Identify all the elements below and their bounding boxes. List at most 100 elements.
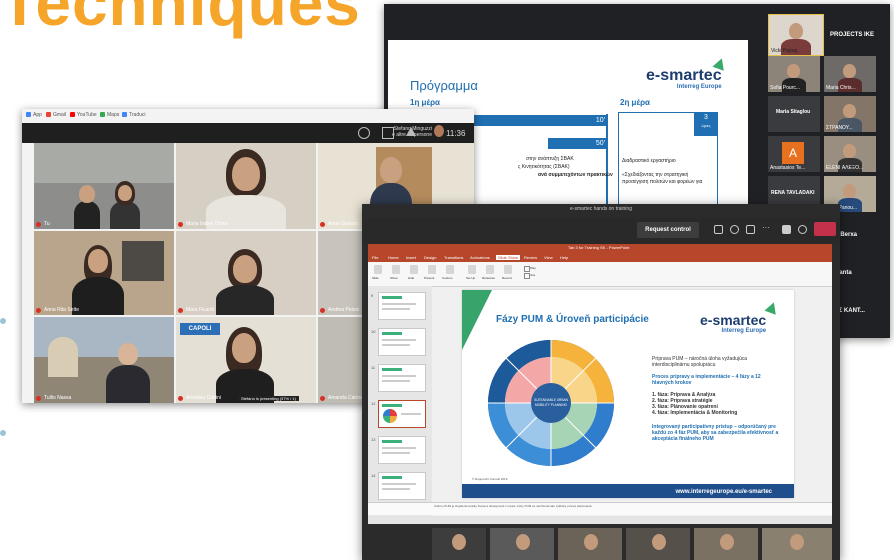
participant-name: Tullio Nassa xyxy=(44,395,72,401)
bookmark-youtube[interactable]: YouTube xyxy=(70,112,97,118)
logo-text: e-smartec xyxy=(700,312,767,328)
participant-name: Anna Rita Sette xyxy=(44,307,80,313)
tab-review[interactable]: Review xyxy=(524,255,537,260)
participant-name: Maria Chris... xyxy=(826,85,856,91)
participant-tile[interactable]: Maria Chris... xyxy=(824,56,876,92)
tab-help[interactable]: Help xyxy=(560,255,568,260)
request-control-button[interactable]: Request control xyxy=(637,222,699,238)
participant-tile[interactable]: Maria Isabel Ortea xyxy=(176,143,316,229)
tab-slide-show[interactable]: Slide Show xyxy=(496,255,521,260)
reactions-icon[interactable] xyxy=(746,225,755,234)
ribbon-label: Slide xyxy=(372,276,379,280)
tab-home[interactable]: Home xyxy=(388,255,399,260)
slide-url: www.interregeurope.eu/e-smartec xyxy=(675,489,772,495)
participant-tile[interactable]: ELENI ΑΛΕΞΟ... xyxy=(824,136,876,172)
logo-subtext: Interreg Europe xyxy=(676,84,722,90)
logo-subtext: Interreg Europe xyxy=(721,328,767,334)
speaker-notes[interactable]: Cieľom PUM je zlepšenie kvality života a… xyxy=(368,502,832,515)
slide-text: akceptácia finálneho PUM xyxy=(652,436,714,442)
participant-name: Mara Ficardi xyxy=(186,307,214,313)
participant-name: Anastasios Te... xyxy=(770,165,806,171)
participant-name: Maria Sitaglou xyxy=(776,109,811,115)
duration-tile: 3 ώρες xyxy=(694,112,718,136)
day1-label: 1η μέρα xyxy=(410,98,440,107)
activities-icon[interactable] xyxy=(406,127,416,136)
leave-button[interactable] xyxy=(814,222,836,236)
agenda-line: προσέγγιση πολιτών και φορέων για xyxy=(622,179,703,185)
logo-leaf-icon xyxy=(764,300,780,315)
tab-animations[interactable]: Animations xyxy=(470,255,490,260)
participant-tile[interactable]: Tu xyxy=(34,143,174,229)
mic-off-icon xyxy=(178,222,183,227)
participant-tile[interactable]: Tullio Nassa xyxy=(34,317,174,403)
participant-tile[interactable] xyxy=(432,528,486,560)
slide-thumbnail-selected[interactable]: 12 xyxy=(371,400,426,428)
participant-tile[interactable] xyxy=(558,528,622,560)
chat-icon[interactable] xyxy=(382,127,394,139)
participant-name: ΣΤΡΑΝΟΥ... xyxy=(826,125,853,131)
participant-header: PROJECTS IKE xyxy=(830,32,875,38)
bookmark-translate[interactable]: Traduci xyxy=(122,112,146,118)
ribbon-button[interactable] xyxy=(428,265,436,274)
participant-tile[interactable]: Mara Ficardi xyxy=(176,231,316,315)
slide-thumbnail[interactable]: 13 xyxy=(371,436,426,464)
participant-name: Maria Isabel Ortea xyxy=(186,221,228,227)
ribbon-label: Set Up xyxy=(466,276,476,280)
tab-design[interactable]: Design xyxy=(424,255,436,260)
slide-thumbnail[interactable]: 10 xyxy=(371,328,426,356)
participant-tile[interactable] xyxy=(626,528,690,560)
chat-icon[interactable] xyxy=(730,225,739,234)
camera-icon[interactable] xyxy=(782,225,791,234)
participant-tile[interactable]: Anna Rita Sette xyxy=(34,231,174,315)
participant-tile[interactable] xyxy=(694,528,758,560)
ribbon-label: Present xyxy=(424,276,435,280)
mic-off-icon xyxy=(36,308,41,313)
avatar: A xyxy=(782,142,804,164)
current-slide: Fázy PUM & Úroveň participácie e-smartec… xyxy=(462,290,794,498)
participant-tile-noncam[interactable]: Maria Sitaglou xyxy=(768,96,820,132)
slide-thumbnail[interactable]: 9 xyxy=(371,292,426,320)
agenda-bar-2: 50' xyxy=(548,138,608,149)
participant-name: Sofia Pourc... xyxy=(770,85,801,91)
logo-text: e-smartec xyxy=(646,67,722,84)
mic-icon[interactable] xyxy=(798,225,807,234)
ribbon-button[interactable] xyxy=(410,265,418,274)
people-icon[interactable] xyxy=(714,225,723,234)
participant-tile[interactable]: Sofia Pourc... xyxy=(768,56,820,92)
participant-name: Vicki Papag... xyxy=(771,48,802,54)
tab-transitions[interactable]: Transitions xyxy=(444,255,463,260)
bookmark-gmail[interactable]: Gmail xyxy=(46,112,66,118)
ppt-tab-bar: File Home Insert Design Transitions Anim… xyxy=(368,254,832,262)
agenda-line: «Σχεδιάζοντας την στρατηγική xyxy=(622,172,689,178)
slide-thumbnail[interactable]: 11 xyxy=(371,364,426,392)
maps-icon xyxy=(100,112,105,118)
ribbon-label: Show xyxy=(390,276,398,280)
bookmark-maps[interactable]: Maps xyxy=(100,112,119,118)
tab-file[interactable]: File xyxy=(372,255,378,260)
ribbon-button[interactable] xyxy=(446,265,454,274)
participant-tile[interactable]: CAPOLI Annalisa Cortini xyxy=(176,317,316,403)
agenda-line: ανά συμμετεχόντων πρακτικών xyxy=(538,172,613,178)
e-smartec-logo: e-smartec Interreg Europe xyxy=(646,56,728,90)
slide-title: Fázy PUM & Úroveň participácie xyxy=(496,314,649,325)
participant-tile[interactable] xyxy=(490,528,554,560)
ribbon-button[interactable] xyxy=(392,265,400,274)
ribbon-button[interactable] xyxy=(468,265,476,274)
slide-thumbnail[interactable]: 14 xyxy=(371,472,426,500)
agenda-bar-1: 10' xyxy=(458,115,608,126)
ribbon-button[interactable] xyxy=(374,265,382,274)
participant-name: Andrea Pelosi xyxy=(328,307,360,313)
people-icon[interactable] xyxy=(358,127,370,139)
teams-right-edge xyxy=(832,244,840,524)
ribbon-button[interactable] xyxy=(504,265,512,274)
participant-tile[interactable]: ΣΤΡΑΝΟΥ... xyxy=(824,96,876,132)
participant-tile-avatar[interactable]: A Anastasios Te... xyxy=(768,136,820,172)
participant-tile[interactable] xyxy=(762,528,832,560)
bookmark-apps[interactable]: App xyxy=(26,112,42,118)
more-icon[interactable]: ··· xyxy=(762,224,771,234)
tab-insert[interactable]: Insert xyxy=(406,255,416,260)
participant-tile-speaker[interactable]: Vicki Papag... xyxy=(768,14,824,56)
tab-view[interactable]: View xyxy=(544,255,553,260)
ribbon-label: Hide xyxy=(408,276,415,280)
ribbon-button[interactable] xyxy=(486,265,494,274)
